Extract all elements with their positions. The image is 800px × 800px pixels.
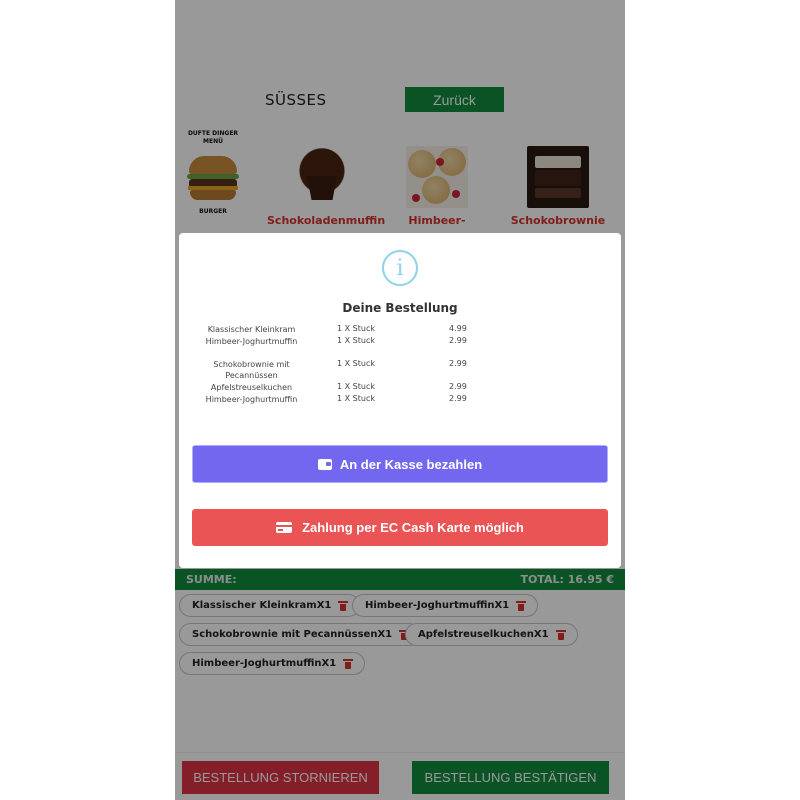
pay-by-card-button[interactable]: Zahlung per EC Cash Karte möglich [192,509,608,546]
pay-at-counter-button[interactable]: An der Kasse bezahlen [192,445,608,483]
order-line-price: 2.99 [449,394,467,403]
order-dialog: i Deine Bestellung Klassischer Kleinkram… [179,233,621,568]
dialog-title: Deine Bestellung [342,301,458,315]
order-line-name: Klassischer Kleinkram [207,325,296,334]
order-line-name: Apfelstreuselkuchen [210,383,293,392]
pay-by-card-label: Zahlung per EC Cash Karte möglich [302,520,524,535]
order-line-qty: 1 X Stuck [337,394,375,403]
order-line-price: 2.99 [449,382,467,391]
info-icon: i [382,250,418,286]
order-line-qty: 1 X Stuck [337,359,375,368]
order-line-name: Himbeer-Joghurtmuffin [205,337,298,346]
order-line-name: Himbeer-Joghurtmuffin [205,395,298,404]
order-line-qty: 1 X Stuck [337,336,375,345]
order-line-qty: 1 X Stuck [337,382,375,391]
order-line-qty: 1 X Stuck [337,324,375,333]
order-line-price: 2.99 [449,359,467,368]
wallet-icon [317,458,332,470]
order-line-price: 2.99 [449,336,467,345]
pay-at-counter-label: An der Kasse bezahlen [339,456,483,472]
order-line-price: 4.99 [449,324,467,333]
order-line-name: Schokobrownie mit Pecannüssen [213,360,290,380]
credit-card-icon [276,522,293,533]
